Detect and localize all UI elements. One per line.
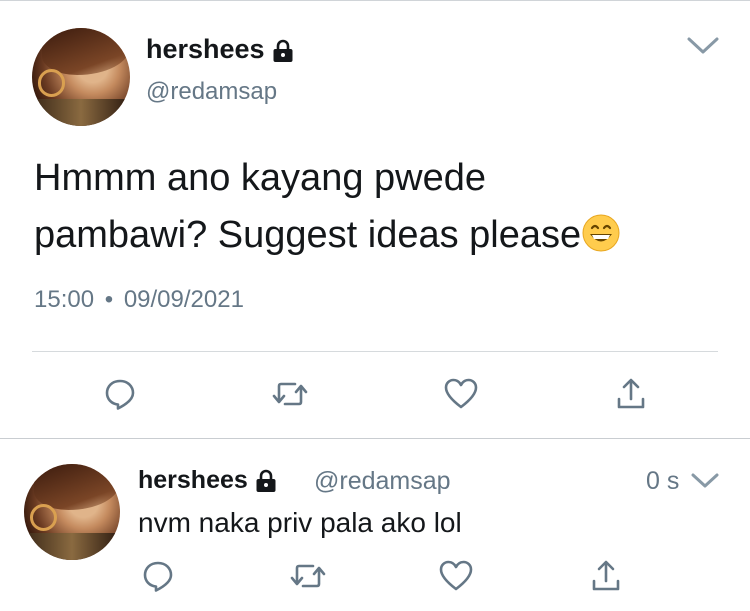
like-button[interactable] [439,374,483,414]
section-divider [0,438,750,439]
retweet-button[interactable] [268,374,312,414]
timestamp[interactable]: 15:00 • 09/09/2021 [34,286,244,314]
reply-avatar[interactable] [24,464,120,560]
share-button[interactable] [584,556,628,596]
retweet-icon [290,564,326,588]
meta-separator: • [104,286,114,313]
reply-icon [105,379,135,410]
lock-icon [273,39,293,62]
reply-tweet-text: nvm naka priv pala ako lol [138,507,462,538]
lock-icon [256,470,276,493]
reply-age: 0 s [646,467,680,495]
reply-button[interactable] [136,556,180,596]
reply-display-name[interactable]: hershees [138,466,277,495]
time: 15:00 [34,286,95,313]
heart-icon [439,560,473,591]
chevron-down-icon[interactable] [686,36,720,56]
reply-handle[interactable]: @redamsap [314,467,451,496]
share-icon [617,378,645,409]
like-button[interactable] [434,556,478,596]
avatar[interactable] [32,28,130,126]
handle[interactable]: @redamsap [146,78,277,106]
tweet-text: Hmmm ano kayang pwede pambawi? Suggest i… [34,150,724,264]
heart-icon [444,378,478,409]
tweet-text-line: Hmmm ano kayang pwede [34,157,486,199]
display-name[interactable]: hershees [146,34,294,65]
divider [32,351,718,352]
reply-button[interactable] [98,374,142,414]
chevron-down-icon[interactable] [690,472,720,490]
share-icon [592,560,620,591]
tweet-text-line: pambawi? Suggest ideas please [34,207,724,264]
top-divider [0,0,750,1]
grinning-face-emoji [582,214,620,252]
reply-icon [143,561,173,592]
date: 09/09/2021 [123,286,244,313]
retweet-button[interactable] [286,556,330,596]
share-button[interactable] [609,374,653,414]
retweet-icon [272,382,308,406]
